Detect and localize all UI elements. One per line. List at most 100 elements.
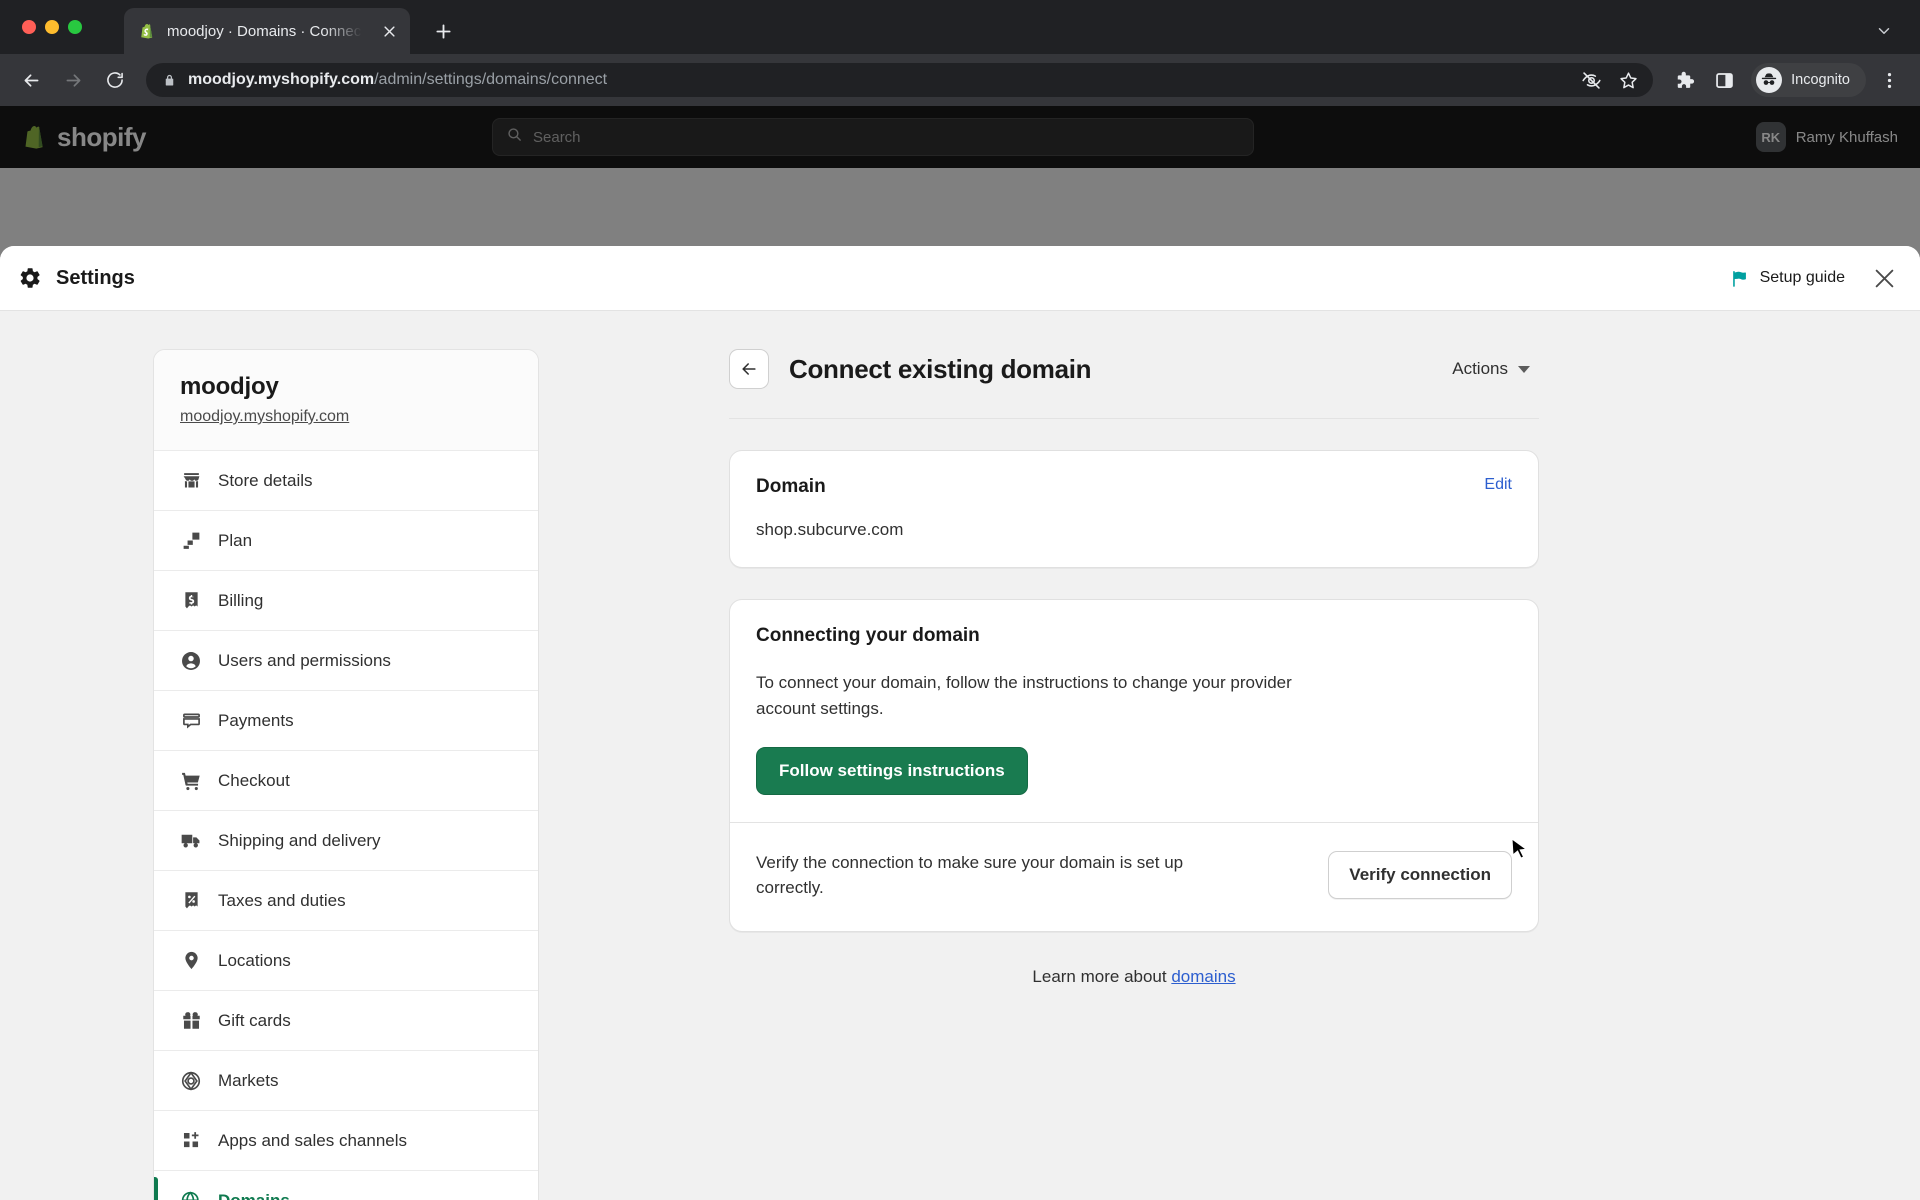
sidebar-item-label: Taxes and duties	[218, 890, 346, 910]
sidebar-item-markets[interactable]: Markets	[154, 1050, 538, 1110]
profile-label: Incognito	[1791, 72, 1850, 88]
settings-nav-card: moodjoy moodjoy.myshopify.com Store deta…	[153, 349, 539, 1200]
sidebar-item-label: Gift cards	[218, 1010, 291, 1030]
browser-tab[interactable]: moodjoy · Domains · Connect e	[124, 8, 410, 54]
sidebar-item-taxes-and-duties[interactable]: Taxes and duties	[154, 870, 538, 930]
arrow-right-icon	[56, 63, 90, 97]
store-url-link[interactable]: moodjoy.myshopify.com	[180, 408, 349, 425]
globe-diamond-icon	[180, 1070, 202, 1092]
profile-incognito-button[interactable]: Incognito	[1751, 63, 1866, 97]
domain-value: shop.subcurve.com	[756, 520, 904, 539]
back-button[interactable]	[729, 349, 769, 389]
arrow-left-icon	[742, 363, 756, 375]
sidebar-item-label: Locations	[218, 950, 291, 970]
setup-guide-label: Setup guide	[1759, 269, 1845, 286]
settings-sidebar: moodjoy moodjoy.myshopify.com Store deta…	[153, 349, 539, 1200]
map-pin-icon	[180, 950, 202, 972]
person-circle-icon	[180, 650, 202, 672]
edit-domain-link[interactable]: Edit	[1484, 476, 1512, 494]
settings-modal-header: Settings Setup guide	[0, 246, 1920, 311]
shopify-favicon	[138, 22, 157, 41]
url-path: /admin/settings/domains/connect	[374, 71, 608, 88]
verify-connection-text: Verify the connection to make sure your …	[756, 852, 1184, 898]
arrow-left-icon[interactable]	[14, 63, 48, 97]
store-summary: moodjoy moodjoy.myshopify.com	[154, 350, 538, 450]
follow-settings-instructions-button[interactable]: Follow settings instructions	[756, 746, 1028, 795]
actions-button[interactable]: Actions	[1443, 352, 1539, 386]
domain-card: Domain Edit shop.subcurve.com	[729, 450, 1539, 568]
reload-icon[interactable]	[98, 63, 132, 97]
settings-modal-body: moodjoy moodjoy.myshopify.com Store deta…	[0, 311, 1920, 1200]
apps-plus-icon	[180, 1130, 202, 1152]
sidebar-item-payments[interactable]: Payments	[154, 690, 538, 750]
sidebar-item-gift-cards[interactable]: Gift cards	[154, 990, 538, 1050]
incognito-icon	[1756, 67, 1783, 93]
mouse-cursor	[1511, 837, 1529, 862]
flag-icon	[1730, 269, 1749, 288]
domains-help-link[interactable]: domains	[1171, 967, 1235, 986]
sidebar-item-plan[interactable]: Plan	[154, 510, 538, 570]
sidebar-item-locations[interactable]: Locations	[154, 930, 538, 990]
setup-guide-button[interactable]: Setup guide	[1730, 269, 1845, 288]
gear-icon	[18, 266, 42, 290]
shopping-cart-icon	[180, 770, 202, 792]
address-bar[interactable]: moodjoy.myshopify.com/admin/settings/dom…	[146, 63, 1654, 97]
settings-header-actions: Setup guide	[1730, 265, 1898, 292]
storefront-icon	[180, 470, 202, 492]
sidebar-item-label: Domains	[218, 1190, 290, 1200]
connecting-card-description: To connect your domain, follow the instr…	[756, 673, 1292, 718]
connecting-card-title: Connecting your domain	[756, 625, 980, 646]
receipt-dollar-icon	[180, 590, 202, 612]
sidebar-item-label: Checkout	[218, 770, 290, 790]
window-maximize-button[interactable]	[68, 20, 82, 34]
settings-modal: Settings Setup guide moodjoy moodjoy.mys…	[0, 246, 1920, 1200]
three-dots-vertical-icon[interactable]	[1872, 63, 1906, 97]
chevron-down-icon[interactable]	[1868, 15, 1900, 47]
side-panel-icon[interactable]	[1707, 63, 1741, 97]
page-header: Connect existing domain Actions	[729, 349, 1539, 419]
sidebar-item-billing[interactable]: Billing	[154, 570, 538, 630]
settings-main-content: Connect existing domain Actions Domain E…	[539, 349, 1767, 1200]
page-title: Connect existing domain	[789, 353, 1092, 384]
sidebar-item-domains[interactable]: Domains	[154, 1170, 538, 1200]
learn-more-prefix: Learn more about	[1032, 966, 1172, 986]
plan-blocks-icon	[180, 530, 202, 552]
sidebar-item-label: Billing	[218, 590, 264, 610]
sidebar-item-label: Payments	[218, 710, 294, 730]
store-name: moodjoy	[180, 373, 279, 400]
connecting-domain-card: Connecting your domain To connect your d…	[729, 599, 1539, 932]
browser-tab-strip: moodjoy · Domains · Connect e	[0, 0, 1920, 54]
sidebar-item-label: Users and permissions	[218, 650, 391, 670]
eye-slash-icon[interactable]	[1578, 67, 1604, 93]
domain-card-title: Domain	[756, 476, 826, 497]
gift-icon	[180, 1010, 202, 1032]
address-bar-url: moodjoy.myshopify.com/admin/settings/dom…	[188, 71, 1567, 89]
actions-label: Actions	[1452, 359, 1508, 378]
browser-tab-title: moodjoy · Domains · Connect e	[167, 22, 368, 40]
window-close-button[interactable]	[22, 20, 36, 34]
verify-connection-button[interactable]: Verify connection	[1328, 851, 1512, 900]
close-icon[interactable]	[378, 20, 400, 42]
new-tab-button[interactable]	[427, 15, 459, 47]
sidebar-item-checkout[interactable]: Checkout	[154, 750, 538, 810]
extensions-puzzle-icon[interactable]	[1667, 63, 1701, 97]
sidebar-item-apps-and-sales-channels[interactable]: Apps and sales channels	[154, 1110, 538, 1170]
page-viewport: shopify Search RK Ramy Khuffash Settings…	[0, 106, 1920, 1200]
sidebar-item-label: Shipping and delivery	[218, 830, 381, 850]
sidebar-item-label: Markets	[218, 1070, 279, 1090]
close-icon[interactable]	[1871, 265, 1898, 292]
receipt-percent-icon	[180, 890, 202, 912]
lock-icon	[162, 73, 177, 88]
page-title: Settings	[56, 266, 135, 289]
settings-title-group: Settings	[18, 266, 135, 290]
learn-more-text: Learn more about domains	[729, 967, 1539, 987]
star-icon[interactable]	[1615, 67, 1641, 93]
url-host: moodjoy.myshopify.com	[188, 71, 375, 88]
sidebar-item-shipping-and-delivery[interactable]: Shipping and delivery	[154, 810, 538, 870]
window-traffic-lights	[22, 20, 82, 34]
sidebar-item-users-and-permissions[interactable]: Users and permissions	[154, 630, 538, 690]
window-minimize-button[interactable]	[45, 20, 59, 34]
sidebar-item-store-details[interactable]: Store details	[154, 450, 538, 510]
credit-card-icon	[180, 710, 202, 732]
browser-window: moodjoy · Domains · Connect e moodjoy.my…	[0, 0, 1920, 1200]
